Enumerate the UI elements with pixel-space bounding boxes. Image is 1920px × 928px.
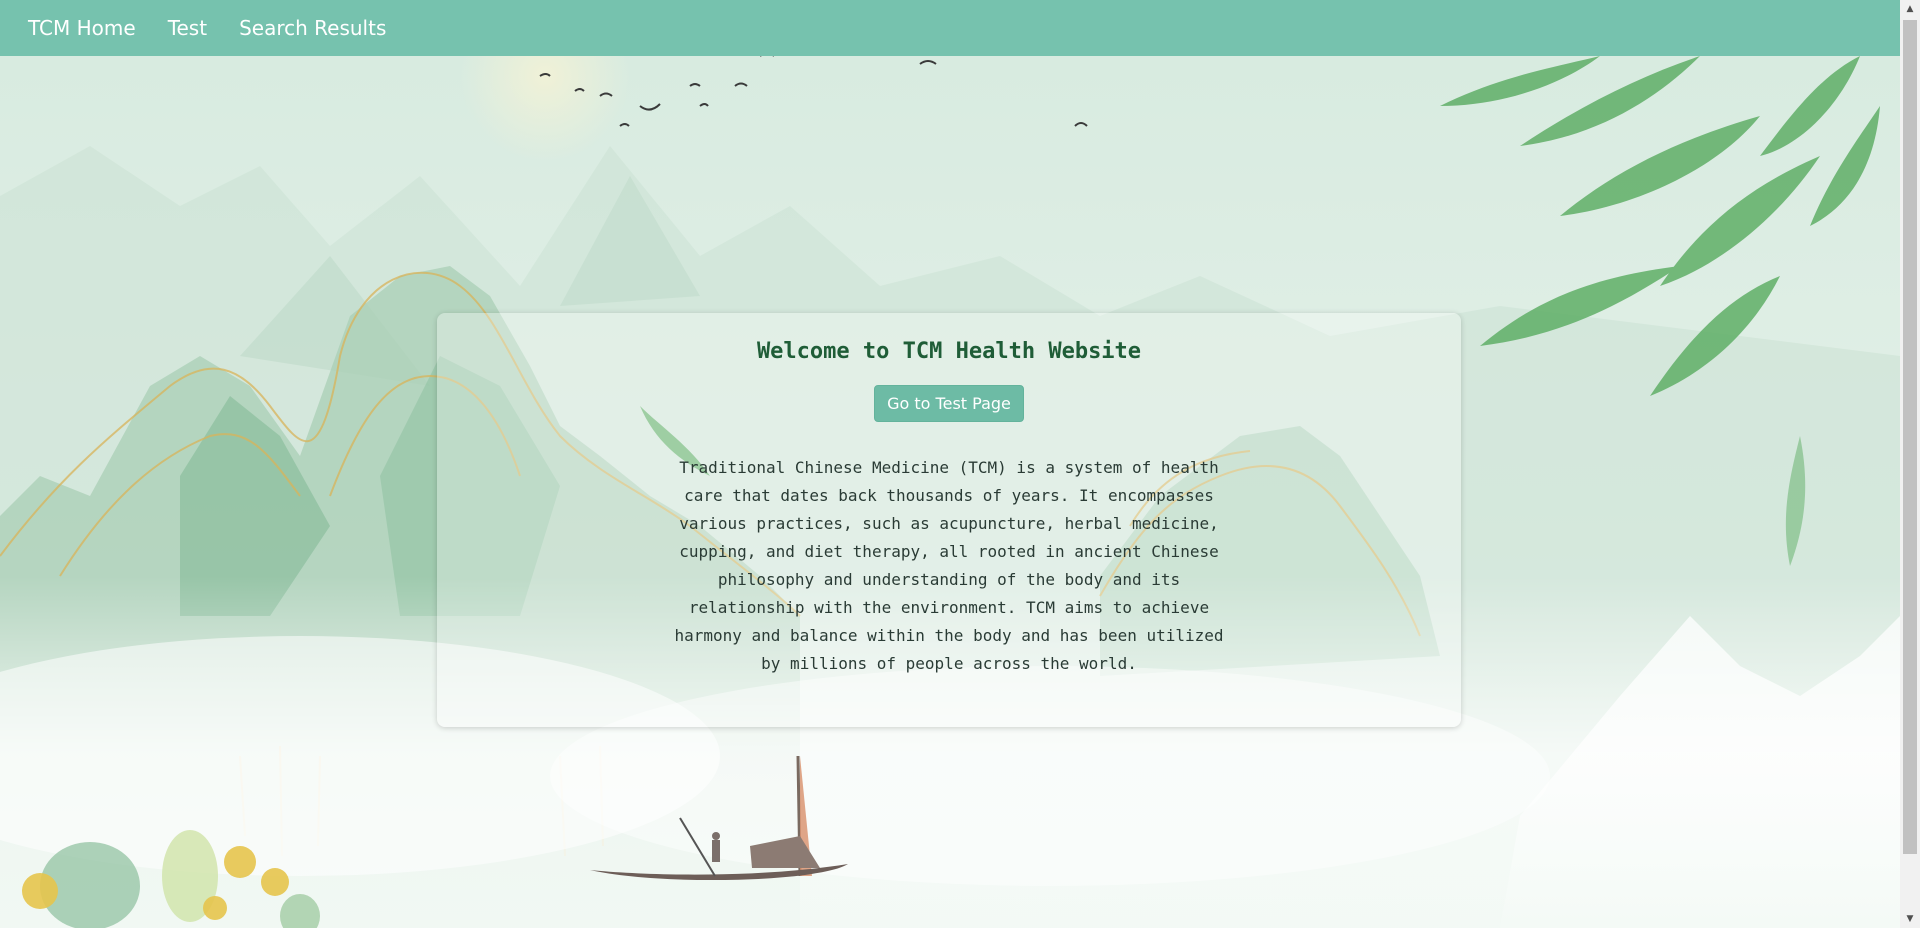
top-navbar: TCM Home Test Search Results [0, 0, 1900, 56]
scroll-up-arrow-icon[interactable]: ▲ [1900, 0, 1920, 18]
page-title: Welcome to TCM Health Website [756, 339, 1142, 364]
vertical-scrollbar[interactable]: ▲ ▼ [1900, 0, 1920, 928]
scroll-down-arrow-icon[interactable]: ▼ [1900, 910, 1920, 928]
nav-link-tcm-home[interactable]: TCM Home [28, 16, 136, 40]
nav-link-search-results[interactable]: Search Results [239, 16, 386, 40]
tcm-description: Traditional Chinese Medicine (TCM) is a … [674, 458, 1224, 673]
welcome-card: Welcome to TCM Health Website Go to Test… [437, 313, 1461, 727]
scrollbar-thumb[interactable] [1903, 20, 1917, 854]
go-to-test-page-button[interactable]: Go to Test Page [874, 385, 1024, 422]
nav-link-test[interactable]: Test [168, 16, 207, 40]
